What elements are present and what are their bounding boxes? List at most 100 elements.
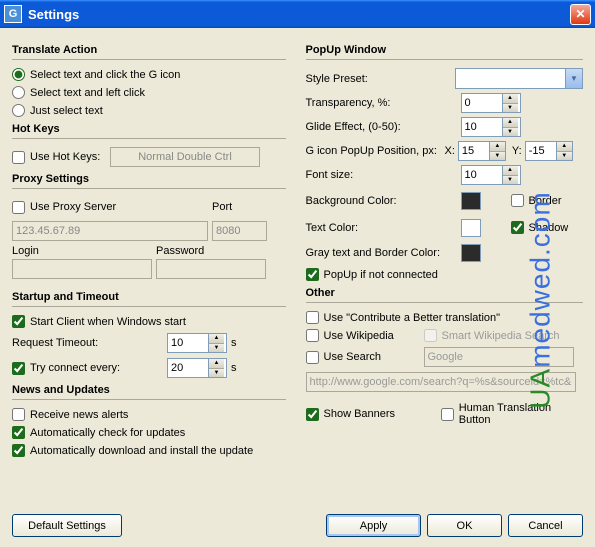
spin-down-icon[interactable]: ▼ bbox=[557, 152, 572, 161]
spin-down-icon[interactable]: ▼ bbox=[209, 344, 224, 353]
label-receive-news: Receive news alerts bbox=[30, 409, 128, 421]
text-color-swatch[interactable] bbox=[461, 219, 481, 237]
apply-button[interactable]: Apply bbox=[326, 514, 421, 537]
label-style-preset: Style Preset: bbox=[306, 73, 456, 85]
gray-color-swatch[interactable] bbox=[461, 244, 481, 262]
proxy-login-input bbox=[12, 259, 152, 279]
try-connect-spin[interactable]: ▲▼ bbox=[167, 358, 227, 378]
bg-color-swatch[interactable] bbox=[461, 192, 481, 210]
spin-up-icon[interactable]: ▲ bbox=[490, 142, 505, 152]
label-try-connect: Try connect every: bbox=[30, 362, 167, 374]
checkbox-use-hotkeys[interactable] bbox=[12, 151, 25, 164]
spin-up-icon[interactable]: ▲ bbox=[209, 359, 224, 369]
label-bg-color: Background Color: bbox=[306, 195, 461, 207]
radio-just-select[interactable] bbox=[12, 104, 25, 117]
label-login: Login bbox=[12, 245, 152, 257]
proxy-host-input bbox=[12, 221, 208, 241]
label-port: Port bbox=[212, 201, 262, 213]
label-x: X: bbox=[445, 145, 455, 157]
checkbox-shadow[interactable] bbox=[511, 221, 524, 234]
spin-up-icon[interactable]: ▲ bbox=[503, 166, 518, 176]
spin-up-icon[interactable]: ▲ bbox=[209, 334, 224, 344]
radio-label: Select text and click the G icon bbox=[30, 69, 180, 81]
content: Translate Action Select text and click t… bbox=[0, 28, 595, 506]
glide-input[interactable] bbox=[462, 118, 502, 136]
ok-button[interactable]: OK bbox=[427, 514, 502, 537]
unit-s: s bbox=[231, 362, 237, 374]
label-use-search: Use Search bbox=[324, 351, 424, 363]
checkbox-human-translation[interactable] bbox=[441, 408, 454, 421]
font-size-spin[interactable]: ▲▼ bbox=[461, 165, 521, 185]
app-icon: G bbox=[4, 5, 22, 23]
checkbox-wikipedia[interactable] bbox=[306, 329, 319, 342]
label-contribute: Use "Contribute a Better translation" bbox=[324, 312, 501, 324]
heading-translate: Translate Action bbox=[12, 44, 286, 56]
request-timeout-input[interactable] bbox=[168, 334, 208, 352]
label-show-banners: Show Banners bbox=[324, 408, 441, 420]
transparency-input[interactable] bbox=[462, 94, 502, 112]
request-timeout-spin[interactable]: ▲▼ bbox=[167, 333, 227, 353]
checkbox-autocheck[interactable] bbox=[12, 426, 25, 439]
spin-up-icon[interactable]: ▲ bbox=[503, 118, 518, 128]
label-y: Y: bbox=[512, 145, 522, 157]
style-preset-select[interactable]: ▼ bbox=[455, 68, 583, 89]
label-glide: Glide Effect, (0-50): bbox=[306, 121, 461, 133]
proxy-port-input bbox=[212, 221, 267, 241]
spin-down-icon[interactable]: ▼ bbox=[503, 128, 518, 137]
pos-x-input[interactable] bbox=[459, 142, 489, 160]
checkbox-show-banners[interactable] bbox=[306, 408, 319, 421]
checkbox-border[interactable] bbox=[511, 194, 524, 207]
window-title: Settings bbox=[28, 7, 79, 22]
search-engine-input bbox=[424, 347, 574, 367]
radio-select-left-click[interactable] bbox=[12, 86, 25, 99]
font-size-input[interactable] bbox=[462, 166, 502, 184]
label-start-client: Start Client when Windows start bbox=[30, 316, 186, 328]
spin-down-icon[interactable]: ▼ bbox=[503, 104, 518, 113]
chevron-down-icon[interactable]: ▼ bbox=[565, 69, 582, 88]
titlebar: G Settings ✕ bbox=[0, 0, 595, 28]
checkbox-start-client[interactable] bbox=[12, 315, 25, 328]
pos-y-spin[interactable]: ▲▼ bbox=[525, 141, 573, 161]
checkbox-try-connect[interactable] bbox=[12, 362, 25, 375]
unit-s: s bbox=[231, 337, 237, 349]
default-settings-button[interactable]: Default Settings bbox=[12, 514, 122, 537]
heading-popup: PopUp Window bbox=[306, 44, 584, 56]
try-connect-input[interactable] bbox=[168, 359, 208, 377]
heading-proxy: Proxy Settings bbox=[12, 173, 286, 185]
proxy-password-input bbox=[156, 259, 266, 279]
checkbox-popup-not-connected[interactable] bbox=[306, 268, 319, 281]
pos-x-spin[interactable]: ▲▼ bbox=[458, 141, 506, 161]
label-border: Border bbox=[529, 195, 562, 207]
label-transparency: Transparency, %: bbox=[306, 97, 461, 109]
checkbox-smart-wikipedia bbox=[424, 329, 437, 342]
glide-spin[interactable]: ▲▼ bbox=[461, 117, 521, 137]
spin-down-icon[interactable]: ▼ bbox=[490, 152, 505, 161]
label-gray-color: Gray text and Border Color: bbox=[306, 247, 461, 259]
label-autodl: Automatically download and install the u… bbox=[30, 445, 253, 457]
heading-hotkeys: Hot Keys bbox=[12, 123, 286, 135]
heading-startup: Startup and Timeout bbox=[12, 291, 286, 303]
spin-down-icon[interactable]: ▼ bbox=[209, 369, 224, 378]
cancel-button[interactable]: Cancel bbox=[508, 514, 583, 537]
pos-y-input[interactable] bbox=[526, 142, 556, 160]
checkbox-use-search[interactable] bbox=[306, 351, 319, 364]
checkbox-autodl[interactable] bbox=[12, 444, 25, 457]
checkbox-receive-news[interactable] bbox=[12, 408, 25, 421]
label-wikipedia: Use Wikipedia bbox=[324, 330, 424, 342]
spin-up-icon[interactable]: ▲ bbox=[503, 94, 518, 104]
label-use-hotkeys: Use Hot Keys: bbox=[30, 151, 110, 163]
label-popup-pos: G icon PopUp Position, px: bbox=[306, 145, 442, 157]
spin-up-icon[interactable]: ▲ bbox=[557, 142, 572, 152]
label-autocheck: Automatically check for updates bbox=[30, 427, 185, 439]
checkbox-use-proxy[interactable] bbox=[12, 201, 25, 214]
radio-label: Select text and left click bbox=[30, 87, 145, 99]
label-popup-not-connected: PopUp if not connected bbox=[324, 269, 438, 281]
radio-select-g-icon[interactable] bbox=[12, 68, 25, 81]
transparency-spin[interactable]: ▲▼ bbox=[461, 93, 521, 113]
spin-down-icon[interactable]: ▼ bbox=[503, 176, 518, 185]
label-password: Password bbox=[156, 245, 266, 257]
close-icon[interactable]: ✕ bbox=[570, 4, 591, 25]
hotkey-input bbox=[110, 147, 260, 167]
checkbox-contribute[interactable] bbox=[306, 311, 319, 324]
radio-label: Just select text bbox=[30, 105, 103, 117]
